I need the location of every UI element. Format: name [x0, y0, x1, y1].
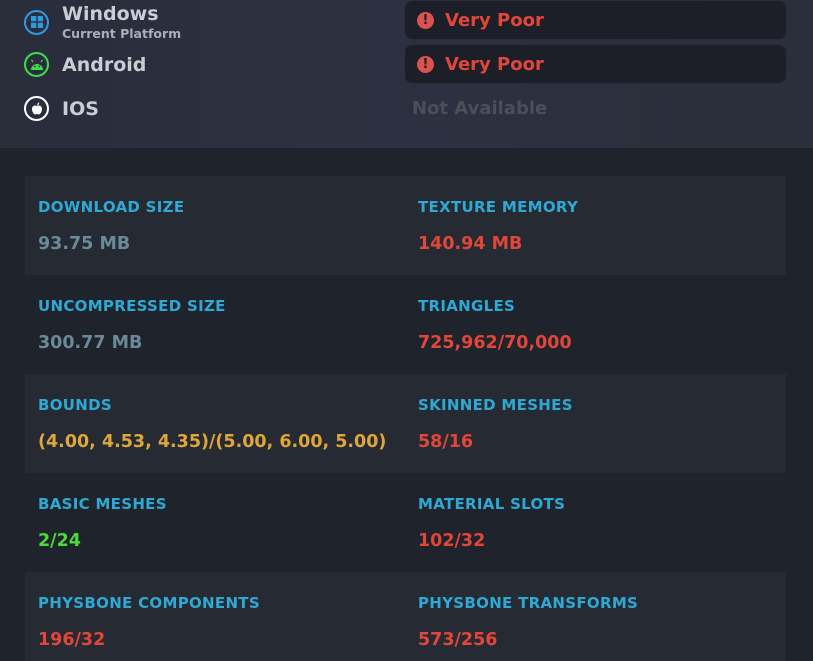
stats-row: UNCOMPRESSED SIZE 300.77 MB TRIANGLES 72… — [25, 275, 786, 374]
rating-text: Very Poor — [445, 53, 544, 75]
android-icon — [24, 52, 49, 77]
platform-android[interactable]: Android — [24, 52, 146, 77]
stat-value: 102/32 — [418, 531, 486, 551]
stat-value: 93.75 MB — [38, 234, 131, 254]
platform-ios[interactable]: IOS — [24, 96, 99, 121]
stats-row: DOWNLOAD SIZE 93.75 MB TEXTURE MEMORY 14… — [25, 176, 786, 275]
stat-label: MATERIAL SLOTS — [418, 495, 566, 513]
stat-value: 300.77 MB — [38, 333, 143, 353]
stat-physbone-transforms: PHYSBONE TRANSFORMS 573/256 — [418, 594, 638, 650]
stat-label: PHYSBONE COMPONENTS — [38, 594, 260, 612]
stat-label: BOUNDS — [38, 396, 112, 414]
windows-icon — [24, 9, 49, 35]
stat-value: 140.94 MB — [418, 234, 523, 254]
stats-row: BASIC MESHES 2/24 MATERIAL SLOTS 102/32 — [25, 473, 786, 572]
rating-text: Very Poor — [445, 9, 544, 31]
stat-uncompressed-size: UNCOMPRESSED SIZE 300.77 MB — [38, 297, 226, 353]
stat-label: PHYSBONE TRANSFORMS — [418, 594, 639, 612]
stat-label: DOWNLOAD SIZE — [38, 198, 185, 216]
stat-label: BASIC MESHES — [38, 495, 167, 513]
stat-label: TEXTURE MEMORY — [418, 198, 579, 216]
stats-grid: DOWNLOAD SIZE 93.75 MB TEXTURE MEMORY 14… — [25, 176, 786, 661]
stat-skinned-meshes: SKINNED MESHES 58/16 — [418, 396, 573, 452]
alert-icon: ! — [417, 11, 434, 29]
stat-label: TRIANGLES — [418, 297, 516, 315]
stat-bounds: BOUNDS (4.00, 4.53, 4.35)/(5.00, 6.00, 5… — [38, 396, 386, 452]
stat-value: 725,962/70,000 — [418, 333, 572, 353]
stat-value: 2/24 — [38, 531, 81, 551]
rating-badge-android: ! Very Poor — [405, 45, 786, 83]
platform-panel: Windows Current Platform ! Very Poor And… — [0, 0, 813, 148]
stat-label: SKINNED MESHES — [418, 396, 573, 414]
platform-name: Android — [62, 53, 147, 76]
stats-row: PHYSBONE COMPONENTS 196/32 PHYSBONE TRAN… — [25, 572, 786, 661]
apple-icon — [24, 96, 49, 121]
platform-name: IOS — [62, 97, 99, 120]
rating-badge-windows: ! Very Poor — [405, 1, 786, 39]
stat-download-size: DOWNLOAD SIZE 93.75 MB — [38, 198, 184, 254]
stat-triangles: TRIANGLES 725,962/70,000 — [418, 297, 572, 353]
platform-name: Windows — [62, 3, 159, 25]
stat-value: (4.00, 4.53, 4.35)/(5.00, 6.00, 5.00) — [38, 432, 387, 452]
alert-icon: ! — [417, 55, 434, 73]
stat-basic-meshes: BASIC MESHES 2/24 — [38, 495, 167, 551]
stat-value: 196/32 — [38, 630, 106, 650]
stats-row: BOUNDS (4.00, 4.53, 4.35)/(5.00, 6.00, 5… — [25, 374, 786, 473]
stat-label: UNCOMPRESSED SIZE — [38, 297, 226, 315]
stat-physbone-components: PHYSBONE COMPONENTS 196/32 — [38, 594, 260, 650]
stat-material-slots: MATERIAL SLOTS 102/32 — [418, 495, 565, 551]
platform-windows[interactable]: Windows Current Platform — [24, 3, 181, 41]
platform-subtitle: Current Platform — [62, 26, 182, 41]
stat-value: 58/16 — [418, 432, 474, 452]
stat-value: 573/256 — [418, 630, 498, 650]
rating-text-ios: Not Available — [412, 98, 548, 119]
stat-texture-memory: TEXTURE MEMORY 140.94 MB — [418, 198, 578, 254]
